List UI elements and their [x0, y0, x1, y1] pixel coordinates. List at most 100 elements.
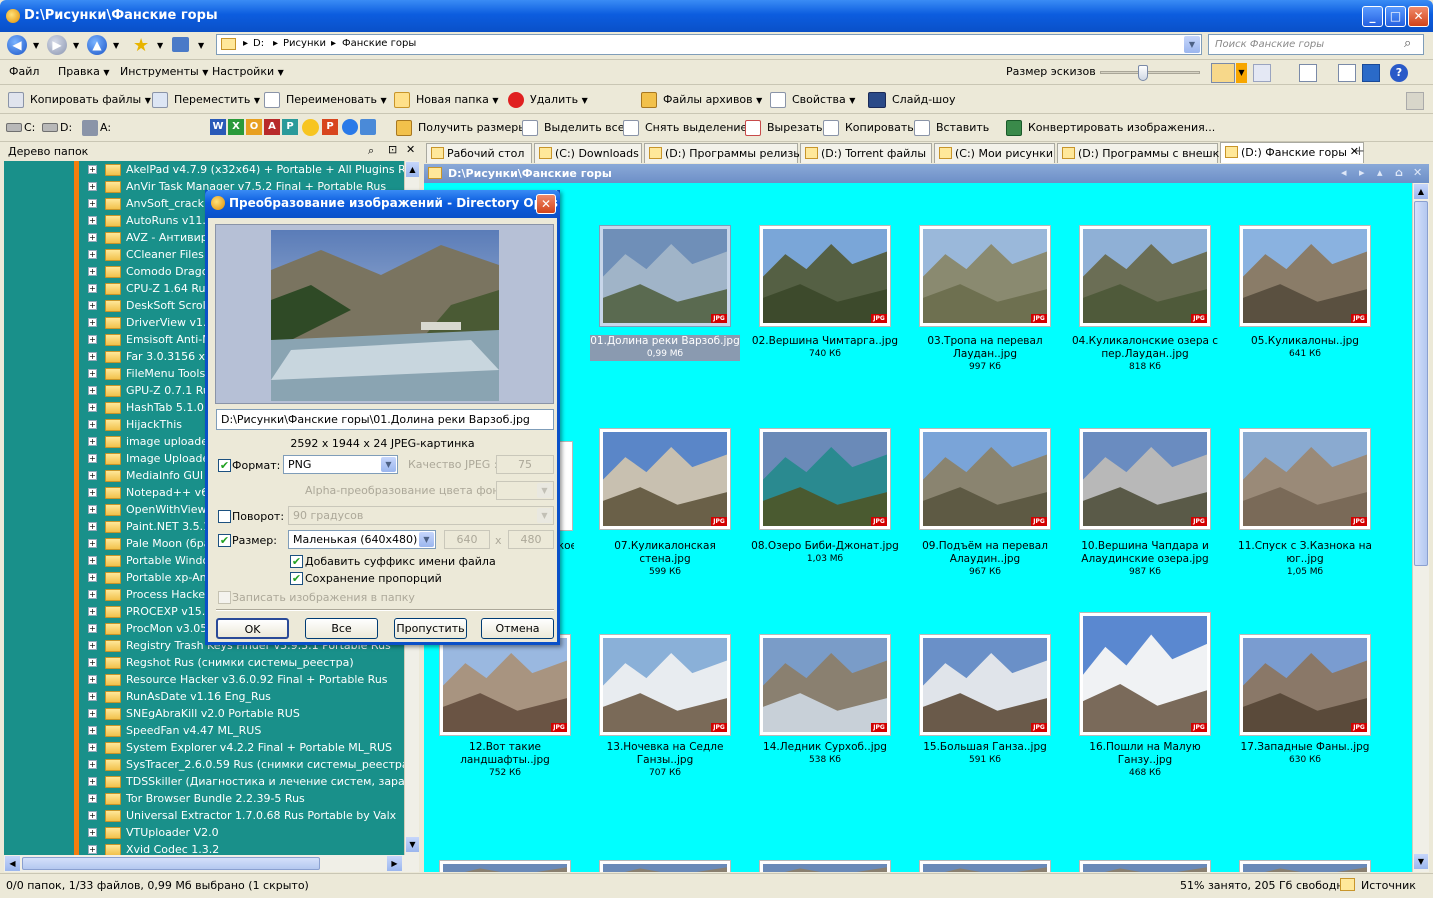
scroll-left-icon[interactable]: ◀	[5, 856, 20, 871]
powerpoint-icon[interactable]: P	[322, 119, 338, 135]
new-tab-icon[interactable]: +	[1354, 145, 1368, 159]
file-caption[interactable]: 09.Подъём на перевал Алаудин..jpg 967 Кб	[910, 540, 1060, 579]
computer-icon[interactable]	[172, 37, 189, 52]
expand-icon[interactable]: +	[88, 522, 97, 531]
file-thumbnail[interactable]: JPG	[439, 634, 571, 736]
expand-icon[interactable]: +	[88, 828, 97, 837]
expand-icon[interactable]: +	[88, 182, 97, 191]
suffix-checkbox[interactable]: ✔	[290, 555, 303, 568]
expand-icon[interactable]: +	[88, 658, 97, 667]
file-thumbnail[interactable]	[559, 441, 573, 531]
file-thumbnail[interactable]: JPG	[759, 225, 891, 327]
close-button[interactable]: ✕	[1408, 6, 1429, 27]
tree-item[interactable]: + Tor Browser Bundle 2.2.39-5 Rus	[88, 791, 404, 808]
forward-icon[interactable]: ▶	[47, 35, 67, 55]
file-path-field[interactable]: D:\Рисунки\Фанские горы\01.Долина реки В…	[216, 409, 554, 430]
file-thumbnail[interactable]: JPG	[1079, 612, 1211, 736]
excel-icon[interactable]: X	[228, 119, 244, 135]
expand-icon[interactable]: +	[88, 250, 97, 259]
maximize-button[interactable]: □	[1385, 6, 1406, 27]
file-caption[interactable]: 07.Куликалонская стена.jpg 599 Кб	[590, 540, 740, 579]
back-icon[interactable]: ◀	[7, 35, 27, 55]
tree-pin-icon[interactable]: ⊡	[388, 143, 397, 156]
menu-file[interactable]: Файл	[9, 62, 39, 82]
word-icon[interactable]: W	[210, 119, 226, 135]
tree-horizontal-scrollbar[interactable]: ◀ ▶	[4, 855, 419, 872]
file-thumbnail[interactable]: JPG	[919, 225, 1051, 327]
up-dropdown-icon[interactable]: ▼	[113, 41, 119, 50]
properties-button[interactable]: Свойства ▼	[770, 90, 855, 110]
outlook-icon[interactable]: O	[246, 119, 262, 135]
file-thumbnail[interactable]: JPG	[1079, 225, 1211, 327]
file-thumbnail[interactable]: JPG	[759, 634, 891, 736]
file-thumbnail[interactable]: JPG	[759, 428, 891, 530]
minimize-button[interactable]: _	[1362, 6, 1383, 27]
expand-icon[interactable]: +	[88, 505, 97, 514]
file-caption[interactable]: 05.Куликалоны..jpg 641 Кб	[1230, 335, 1380, 361]
tree-item[interactable]: + TDSSkiller (Диагностика и лечение систе…	[88, 774, 404, 791]
dual-pane-icon[interactable]	[1338, 64, 1356, 82]
tab-folder[interactable]: (D:) Программы релизы	[644, 143, 802, 163]
scroll-down-icon[interactable]: ▼	[1414, 854, 1428, 869]
file-thumbnail[interactable]: JPG	[1239, 428, 1371, 530]
tab-folder[interactable]: (D:) Программы с внешки	[1057, 143, 1226, 163]
toolbar-options-icon[interactable]	[1406, 92, 1424, 110]
file-caption[interactable]: 11.Спуск с З.Казнока на юг..jpg 1,05 Мб	[1230, 540, 1380, 579]
cancel-button[interactable]: Отмена	[481, 618, 554, 639]
expand-icon[interactable]: +	[88, 760, 97, 769]
expand-icon[interactable]: +	[88, 267, 97, 276]
tree-item[interactable]: + AkelPad v4.7.9 (x32x64) + Portable + Al…	[88, 162, 404, 179]
skip-button[interactable]: Пропустить	[394, 618, 467, 639]
paste-button[interactable]: Вставить	[914, 118, 989, 138]
archives-button[interactable]: Файлы архивов ▼	[641, 90, 762, 110]
expand-icon[interactable]: +	[88, 352, 97, 361]
tree-item[interactable]: + SpeedFan v4.47 ML_RUS	[88, 723, 404, 740]
expand-icon[interactable]: +	[88, 216, 97, 225]
scroll-right-icon[interactable]: ▶	[387, 856, 402, 871]
expand-icon[interactable]: +	[88, 318, 97, 327]
search-input[interactable]: Поиск Фанские горы	[1208, 34, 1424, 55]
tab-folder[interactable]: (C:) Downloads	[534, 143, 642, 163]
tab-folder[interactable]: (C:) Мои рисунки	[934, 143, 1055, 163]
write-to-folder-checkbox[interactable]	[218, 591, 231, 604]
layout-icon[interactable]	[1299, 64, 1317, 82]
select-all-button[interactable]: Выделить все	[522, 118, 624, 138]
file-thumbnail[interactable]: JPG	[919, 634, 1051, 736]
expand-icon[interactable]: +	[88, 743, 97, 752]
rename-button[interactable]: Переименовать ▼	[264, 90, 387, 110]
copy-files-button[interactable]: Копировать файлы ▼	[8, 90, 151, 110]
tab-folder[interactable]: Рабочий стол	[426, 143, 532, 163]
expand-icon[interactable]: +	[88, 386, 97, 395]
dialog-title-bar[interactable]: Преобразование изображений - Directory O…	[205, 190, 560, 218]
expand-icon[interactable]: +	[88, 573, 97, 582]
menu-edit[interactable]: Правка ▼	[58, 62, 110, 82]
view-thumbnails-icon[interactable]	[1211, 63, 1235, 83]
scroll-up-icon[interactable]: ▲	[1414, 184, 1428, 199]
breadcrumb-current[interactable]: Фанские горы	[342, 38, 416, 49]
publisher-icon[interactable]: P	[282, 119, 298, 135]
drive-a-button[interactable]: A:	[82, 118, 111, 138]
file-caption[interactable]: 01.Долина реки Варзоб.jpg 0,99 Мб	[590, 335, 740, 361]
expand-icon[interactable]: +	[88, 369, 97, 378]
slideshow-button[interactable]: Слайд-шоу	[868, 90, 955, 110]
expand-icon[interactable]: +	[88, 301, 97, 310]
all-button[interactable]: Все	[305, 618, 378, 639]
expand-icon[interactable]: +	[88, 777, 97, 786]
jpeg-quality-spinner[interactable]: 75	[496, 455, 554, 474]
deselect-button[interactable]: Снять выделение	[623, 118, 747, 138]
file-thumbnail[interactable]: JPG	[599, 225, 731, 327]
tree-item[interactable]: + SNEgAbraKill v2.0 Portable RUS	[88, 706, 404, 723]
expand-icon[interactable]: +	[88, 165, 97, 174]
file-thumbnail[interactable]: JPG	[919, 428, 1051, 530]
panel-icon[interactable]	[1362, 64, 1380, 82]
edit-icon[interactable]	[1253, 64, 1271, 82]
expand-icon[interactable]: +	[88, 624, 97, 633]
expand-icon[interactable]: +	[88, 811, 97, 820]
file-thumbnail[interactable]	[759, 860, 891, 872]
expand-icon[interactable]: +	[88, 233, 97, 242]
file-thumbnail[interactable]: JPG	[599, 428, 731, 530]
path-up-icon[interactable]: ▴	[1377, 166, 1383, 179]
thumb-size-slider[interactable]	[1100, 71, 1200, 74]
file-thumbnail[interactable]	[599, 860, 731, 872]
expand-icon[interactable]: +	[88, 845, 97, 854]
